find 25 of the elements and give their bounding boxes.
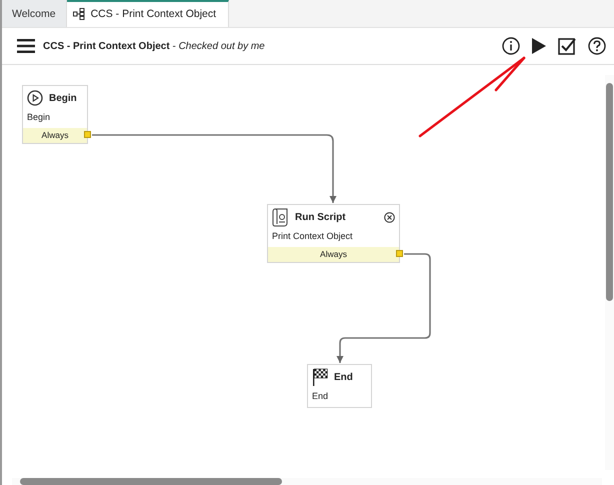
tab[interactable]: CCS - Print Context Object	[66, 0, 230, 27]
node-title: Begin	[49, 92, 77, 104]
node-label: End	[311, 390, 330, 403]
node-label: Begin	[26, 111, 52, 124]
scroll-icon	[272, 208, 289, 226]
workflow-node[interactable]: End End	[307, 364, 372, 408]
play-icon[interactable]	[532, 38, 546, 54]
help-icon[interactable]	[588, 37, 606, 55]
vertical-scrollbar[interactable]	[605, 75, 614, 470]
menu-icon[interactable]	[17, 39, 35, 53]
output-band: Always	[268, 247, 399, 262]
output-band: Always	[23, 128, 87, 143]
node-label: Print Context Object	[271, 230, 354, 243]
checkbox-icon[interactable]	[558, 37, 576, 55]
close-icon[interactable]	[384, 212, 395, 222]
workflow-node[interactable]: Begin Begin Always	[22, 85, 88, 144]
horizontal-scrollbar[interactable]	[12, 478, 602, 485]
node-title: Run Script	[295, 212, 346, 222]
node-title: End	[334, 372, 353, 382]
checkered-flag-icon	[312, 368, 328, 386]
info-icon[interactable]	[502, 37, 520, 55]
play-circle-icon	[27, 90, 43, 106]
tab[interactable]: Welcome	[2, 0, 67, 27]
workflow-title: CCS - Print Context Object - Checked out by me	[43, 40, 265, 52]
workflow-node[interactable]: Run Script Print Context Object Always	[267, 204, 400, 263]
